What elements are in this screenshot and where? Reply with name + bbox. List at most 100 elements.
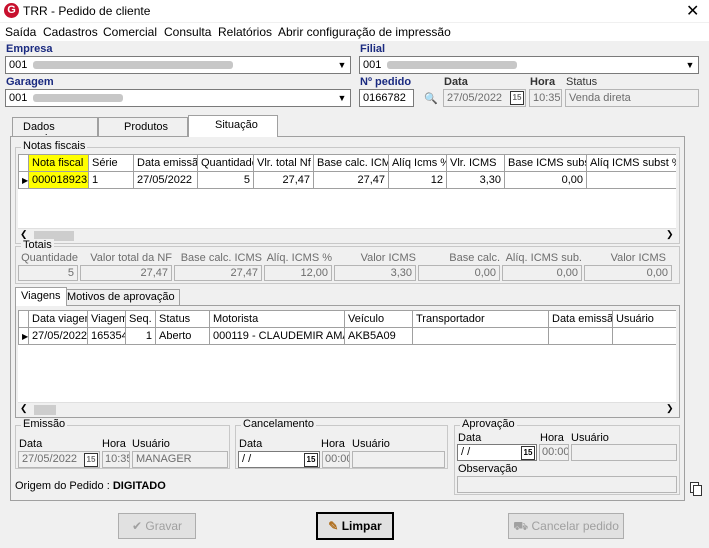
col-base-calc-icms[interactable]: Base calc. ICMS <box>313 154 389 172</box>
col-aliq-icms[interactable]: Alíq Icms % <box>388 154 447 172</box>
tot-valor-nf-value: 27,47 <box>80 265 172 281</box>
cell-nota-fiscal[interactable]: 0000189231 <box>28 171 89 189</box>
row-indicator <box>18 154 29 172</box>
calendar-icon[interactable]: 15 <box>84 453 98 467</box>
chevron-down-icon[interactable]: ▼ <box>335 58 349 72</box>
cell-base-calc-icms[interactable]: 27,47 <box>313 171 389 189</box>
col-serie[interactable]: Série <box>88 154 134 172</box>
cell-aliq-icms-subst[interactable]: 0 <box>586 171 676 189</box>
calendar-icon[interactable]: 15 <box>510 91 524 105</box>
tot-valor-icms-label: Valor ICMS <box>360 252 416 264</box>
cancel-data-field[interactable]: / / 15 <box>238 451 320 468</box>
calendar-icon[interactable]: 15 <box>521 446 535 460</box>
col-aliq-icms-subst[interactable]: Alíq ICMS subst % <box>586 154 676 172</box>
filial-value: 001 <box>363 59 382 71</box>
table-row[interactable]: ▶ 0000189231 1 27/05/2022 5 27,47 27,47 … <box>18 171 676 189</box>
cell-veiculo[interactable]: AKB5A09 <box>344 327 413 345</box>
tot-aliq-icms-label: Alíq. ICMS % <box>266 252 332 264</box>
cell-base-icms-subst[interactable]: 0,00 <box>504 171 587 189</box>
menu-cadastros[interactable]: Cadastros <box>43 25 98 39</box>
col-base-icms-subst[interactable]: Base ICMS subst <box>504 154 587 172</box>
title-bar: G TRR - Pedido de cliente ✕ <box>0 0 709 22</box>
aprov-data-label: Data <box>458 432 482 444</box>
cell-seq[interactable]: 1 <box>125 327 156 345</box>
cell-vlr-icms[interactable]: 3,30 <box>446 171 505 189</box>
col-vlr-icms[interactable]: Vlr. ICMS <box>446 154 505 172</box>
col-nota-fiscal[interactable]: Nota fiscal <box>28 154 89 172</box>
cancelar-label: Cancelar pedido <box>531 519 619 533</box>
tot-valor-subst-value: 0,00 <box>584 265 672 281</box>
cancelar-pedido-button[interactable]: ⛟ Cancelar pedido <box>508 513 624 539</box>
col-vlr-total-nf[interactable]: Vlr. total Nf <box>253 154 314 172</box>
cell-vlr-total-nf[interactable]: 27,47 <box>253 171 314 189</box>
horizontal-scrollbar[interactable]: ❮ ❯ <box>18 228 676 242</box>
cancel-usuario-label: Usuário <box>352 438 390 450</box>
chevron-down-icon[interactable]: ▼ <box>683 58 697 72</box>
scroll-right-icon[interactable]: ❯ <box>666 403 674 414</box>
gravar-button[interactable]: ✔ Gravar <box>118 513 196 539</box>
menu-saida[interactable]: Saída <box>5 25 36 39</box>
col-usuario[interactable]: Usuário <box>612 310 676 328</box>
scrollbar-thumb[interactable] <box>34 405 56 415</box>
col-viagem[interactable]: Viagem <box>87 310 126 328</box>
tot-aliq-icms-value: 12,00 <box>264 265 332 281</box>
col-motorista[interactable]: Motorista <box>209 310 345 328</box>
scroll-right-icon[interactable]: ❯ <box>666 229 674 240</box>
menu-relatorios[interactable]: Relatórios <box>218 25 272 39</box>
calendar-icon[interactable]: 15 <box>304 453 318 467</box>
menu-consulta[interactable]: Consulta <box>164 25 211 39</box>
horizontal-scrollbar[interactable]: ❮ ❯ <box>18 402 676 416</box>
redacted-text <box>33 94 124 103</box>
cell-transportador[interactable] <box>412 327 549 345</box>
data-label: Data <box>444 76 468 88</box>
tab-situacao[interactable]: Situação <box>188 115 278 137</box>
copy-icon[interactable] <box>690 482 704 496</box>
cancel-data-value: / / <box>242 453 252 465</box>
totais-title: Totais <box>21 239 54 251</box>
close-icon[interactable]: ✕ <box>686 1 699 21</box>
tab-dados-gerais[interactable]: Dados gerais <box>12 117 98 145</box>
chevron-down-icon[interactable]: ▼ <box>335 91 349 105</box>
limpar-button[interactable]: ✎ Limpar <box>316 512 394 540</box>
pedido-input[interactable]: 0166782 <box>359 89 414 107</box>
origem-label: Origem do Pedido : <box>15 480 110 492</box>
col-status[interactable]: Status <box>155 310 210 328</box>
cell-viagem[interactable]: 165354 <box>87 327 126 345</box>
cell-serie[interactable]: 1 <box>88 171 134 189</box>
cancelamento-title: Cancelamento <box>241 418 316 430</box>
aprovacao-group: Aprovação Data Hora Usuário / / 15 00:00… <box>454 418 680 495</box>
row-pointer-icon: ▶ <box>18 171 29 189</box>
aprov-hora-label: Hora <box>540 432 564 444</box>
col-seq[interactable]: Seq. <box>125 310 156 328</box>
cell-data-viagem[interactable]: 27/05/2022 <box>28 327 88 345</box>
menu-config-impressao[interactable]: Abrir configuração de impressão <box>278 25 451 39</box>
col-data-emissao[interactable]: Data emissão <box>133 154 198 172</box>
emissao-title: Emissão <box>21 418 68 430</box>
empresa-select[interactable]: 001 ▼ <box>5 56 351 74</box>
col-data-emissao[interactable]: Data emissão <box>548 310 613 328</box>
tab-produtos[interactable]: Produtos <box>98 117 188 137</box>
binoculars-icon[interactable]: 🔍 <box>424 92 438 105</box>
tot-quantidade-label: Quantidade <box>21 252 78 264</box>
col-data-viagem[interactable]: Data viagem <box>28 310 88 328</box>
table-row[interactable]: ▶ 27/05/2022 165354 1 Aberto 000119 - CL… <box>18 327 676 345</box>
col-transportador[interactable]: Transportador <box>412 310 549 328</box>
menu-comercial[interactable]: Comercial <box>103 25 157 39</box>
cell-status[interactable]: Aberto <box>155 327 210 345</box>
tab-viagens[interactable]: Viagens <box>15 287 67 306</box>
tab-motivos-aprovacao[interactable]: Motivos de aprovação <box>62 289 180 306</box>
cell-quantidade[interactable]: 5 <box>197 171 254 189</box>
cell-data-emissao[interactable]: 27/05/2022 <box>133 171 198 189</box>
cell-usuario[interactable] <box>612 327 676 345</box>
filial-select[interactable]: 001 ▼ <box>359 56 699 74</box>
emissao-usuario-field: MANAGER <box>132 451 228 468</box>
cell-data-emissao[interactable] <box>548 327 613 345</box>
col-quantidade[interactable]: Quantidade <box>197 154 254 172</box>
garagem-select[interactable]: 001 ▼ <box>5 89 351 107</box>
aprov-data-field[interactable]: / / 15 <box>457 444 537 461</box>
cell-motorista[interactable]: 000119 - CLAUDEMIR AMADE <box>209 327 345 345</box>
scroll-left-icon[interactable]: ❮ <box>20 403 28 414</box>
cell-aliq-icms[interactable]: 12 <box>388 171 447 189</box>
col-veiculo[interactable]: Veículo <box>344 310 413 328</box>
data-value: 27/05/2022 <box>447 92 503 104</box>
